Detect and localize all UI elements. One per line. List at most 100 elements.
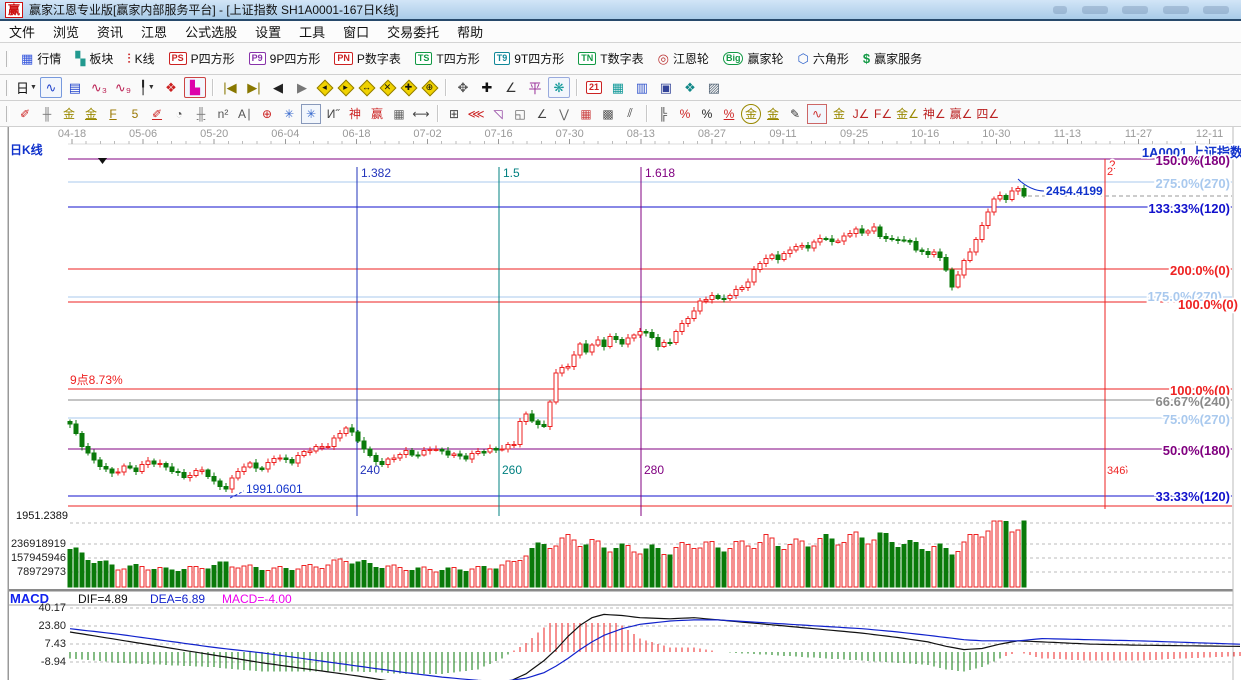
percent-red-icon[interactable]: %: [675, 104, 695, 124]
gold-angle-icon[interactable]: 金∠: [895, 104, 920, 124]
purple-fan-icon[interactable]: ◹: [488, 104, 508, 124]
wave3-icon[interactable]: ∿₃: [88, 77, 110, 98]
zigzag-tool-icon[interactable]: ∿: [39, 77, 62, 98]
knife-tool-icon[interactable]: ✐: [147, 104, 167, 124]
grid2-tool-icon[interactable]: ╫: [191, 104, 211, 124]
diamond-expand-button[interactable]: ↔: [358, 79, 376, 97]
kline-button[interactable]: ⫶ K线: [120, 49, 161, 68]
first-bar-icon[interactable]: |◀: [219, 77, 241, 98]
last-bar-icon[interactable]: ▶|: [243, 77, 265, 98]
save-icon[interactable]: ▣: [655, 77, 677, 98]
export-icon[interactable]: ❖: [679, 77, 701, 98]
workstation-icon[interactable]: ▨: [703, 77, 725, 98]
crosshair-tool-icon[interactable]: ✚: [476, 77, 498, 98]
notebook-icon[interactable]: ▥: [631, 77, 653, 98]
wave9-icon[interactable]: ∿₉: [112, 77, 134, 98]
price-scale-icon[interactable]: ╠: [653, 104, 673, 124]
menu-help[interactable]: 帮助: [448, 21, 492, 42]
diamond-close-button[interactable]: ✕: [379, 79, 397, 97]
a-line-icon[interactable]: A∣: [235, 104, 255, 124]
toolbar-grip: [6, 50, 10, 67]
calculator-icon[interactable]: ▦: [607, 77, 629, 98]
menu-window[interactable]: 窗口: [334, 21, 378, 42]
angle-lines-icon[interactable]: ∠: [532, 104, 552, 124]
gann-text-tool-icon[interactable]: 平: [524, 77, 546, 98]
p-table-button[interactable]: PN P数字表: [327, 49, 408, 68]
gold-bars-icon[interactable]: 金: [829, 104, 849, 124]
span-tool-icon[interactable]: ⟷: [411, 104, 431, 124]
date-label: 04-18: [58, 128, 86, 140]
brush-tool-icon[interactable]: ✐: [15, 104, 35, 124]
gold-grid1-icon[interactable]: 金: [59, 104, 79, 124]
measure-tool-icon[interactable]: ∠: [500, 77, 522, 98]
red-fan-icon[interactable]: ⋘: [466, 104, 486, 124]
volume-profile-icon[interactable]: ▙: [183, 77, 206, 98]
diamond-arrow-icon: ◂: [322, 82, 327, 92]
percent-icon[interactable]: %: [697, 104, 717, 124]
menu-gann[interactable]: 江恩: [132, 21, 176, 42]
j-angle-icon[interactable]: J∠: [851, 104, 871, 124]
winner-service-button[interactable]: $ 赢家服务: [856, 49, 929, 68]
dark-fan-icon[interactable]: ◱: [510, 104, 530, 124]
menu-news[interactable]: 资讯: [88, 21, 132, 42]
p-square-button[interactable]: PS P四方形: [162, 49, 242, 68]
diamond-cross-button[interactable]: ✚: [400, 79, 418, 97]
t-square-button[interactable]: TS T四方形: [408, 49, 487, 68]
circle-cross-icon[interactable]: ⊕: [257, 104, 277, 124]
gann-wheel-button[interactable]: ◎ 江恩轮: [651, 49, 716, 68]
menu-trade[interactable]: 交易委托: [378, 21, 448, 42]
menu-formula-pick[interactable]: 公式选股: [176, 21, 246, 42]
grid-tool-icon[interactable]: ╫: [37, 104, 57, 124]
diamond-target-button[interactable]: ⊕: [421, 79, 439, 97]
dark-grid-icon[interactable]: ▩: [598, 104, 618, 124]
p9-square-button[interactable]: P9 9P四方形: [242, 49, 328, 68]
wave-box-icon[interactable]: ∿: [807, 103, 827, 124]
chart-canvas[interactable]: 04-18 05-06 05-20 06-04 06-18 07-02 07-16 07-30…: [0, 127, 1241, 680]
t9-square-button[interactable]: T9 9T四方形: [487, 49, 572, 68]
red-grid-icon[interactable]: ▦: [576, 104, 596, 124]
snowflake-icon[interactable]: ✳: [279, 104, 299, 124]
boxed-snowflake-icon[interactable]: ✳: [301, 103, 321, 124]
prev-bar-icon[interactable]: ◀: [267, 77, 289, 98]
calendar-button[interactable]: 21: [583, 77, 605, 98]
gold-circle-icon[interactable]: 金: [741, 103, 761, 124]
parallel-lines-icon[interactable]: ⫽: [620, 104, 640, 124]
next-bar-icon[interactable]: ▶: [291, 77, 313, 98]
v-lines-icon[interactable]: ⋁: [554, 104, 574, 124]
menu-browse[interactable]: 浏览: [44, 21, 88, 42]
shen-angle-icon[interactable]: 神∠: [922, 104, 947, 124]
f-grid-icon[interactable]: F: [103, 104, 123, 124]
winner-wheel-button[interactable]: Big 赢家轮: [716, 49, 791, 68]
t-table-button[interactable]: TN T数字表: [571, 49, 650, 68]
shen-grid-icon[interactable]: 神: [345, 104, 365, 124]
period-day-icon[interactable]: 日 ▼: [15, 77, 38, 98]
grid123-icon[interactable]: ▦: [389, 104, 409, 124]
f-angle-icon[interactable]: F∠: [873, 104, 893, 124]
si-angle-icon[interactable]: 四∠: [975, 104, 1000, 124]
time-cycle-icon[interactable]: ◔: [169, 104, 189, 124]
count-tool-icon[interactable]: И˝: [323, 104, 343, 124]
gold-grid2-icon[interactable]: 金: [81, 104, 101, 124]
annotate-icon[interactable]: ✎: [785, 104, 805, 124]
diamond-left-button[interactable]: ◂: [316, 79, 334, 97]
sectors-button[interactable]: ▚ 板块: [68, 49, 120, 68]
box-plus-icon[interactable]: ⊞: [444, 104, 464, 124]
menu-tools[interactable]: 工具: [290, 21, 334, 42]
percent-line-icon[interactable]: %: [719, 104, 739, 124]
ying-angle-icon[interactable]: 赢∠: [949, 104, 974, 124]
t-table-icon: TN: [578, 52, 597, 65]
hand-tool-icon[interactable]: ✥: [452, 77, 474, 98]
info-panel-icon[interactable]: ▤: [64, 77, 86, 98]
gann-pattern-icon[interactable]: ❖: [160, 77, 182, 98]
gold-line-icon[interactable]: 金: [763, 104, 783, 124]
spiral5-icon[interactable]: 5: [125, 104, 145, 124]
diamond-right-button[interactable]: ▸: [337, 79, 355, 97]
compute-tool-icon[interactable]: ❋: [547, 77, 570, 98]
n-square-icon[interactable]: n²: [213, 104, 233, 124]
candle-style-icon[interactable]: ╿ ▼: [136, 77, 158, 98]
hexagon-button[interactable]: ⬡ 六角形: [790, 49, 855, 68]
menu-file[interactable]: 文件: [0, 21, 44, 42]
quotes-button[interactable]: ▦ 行情: [14, 49, 68, 68]
ying-grid-icon[interactable]: 赢: [367, 104, 387, 124]
menu-settings[interactable]: 设置: [246, 21, 290, 42]
